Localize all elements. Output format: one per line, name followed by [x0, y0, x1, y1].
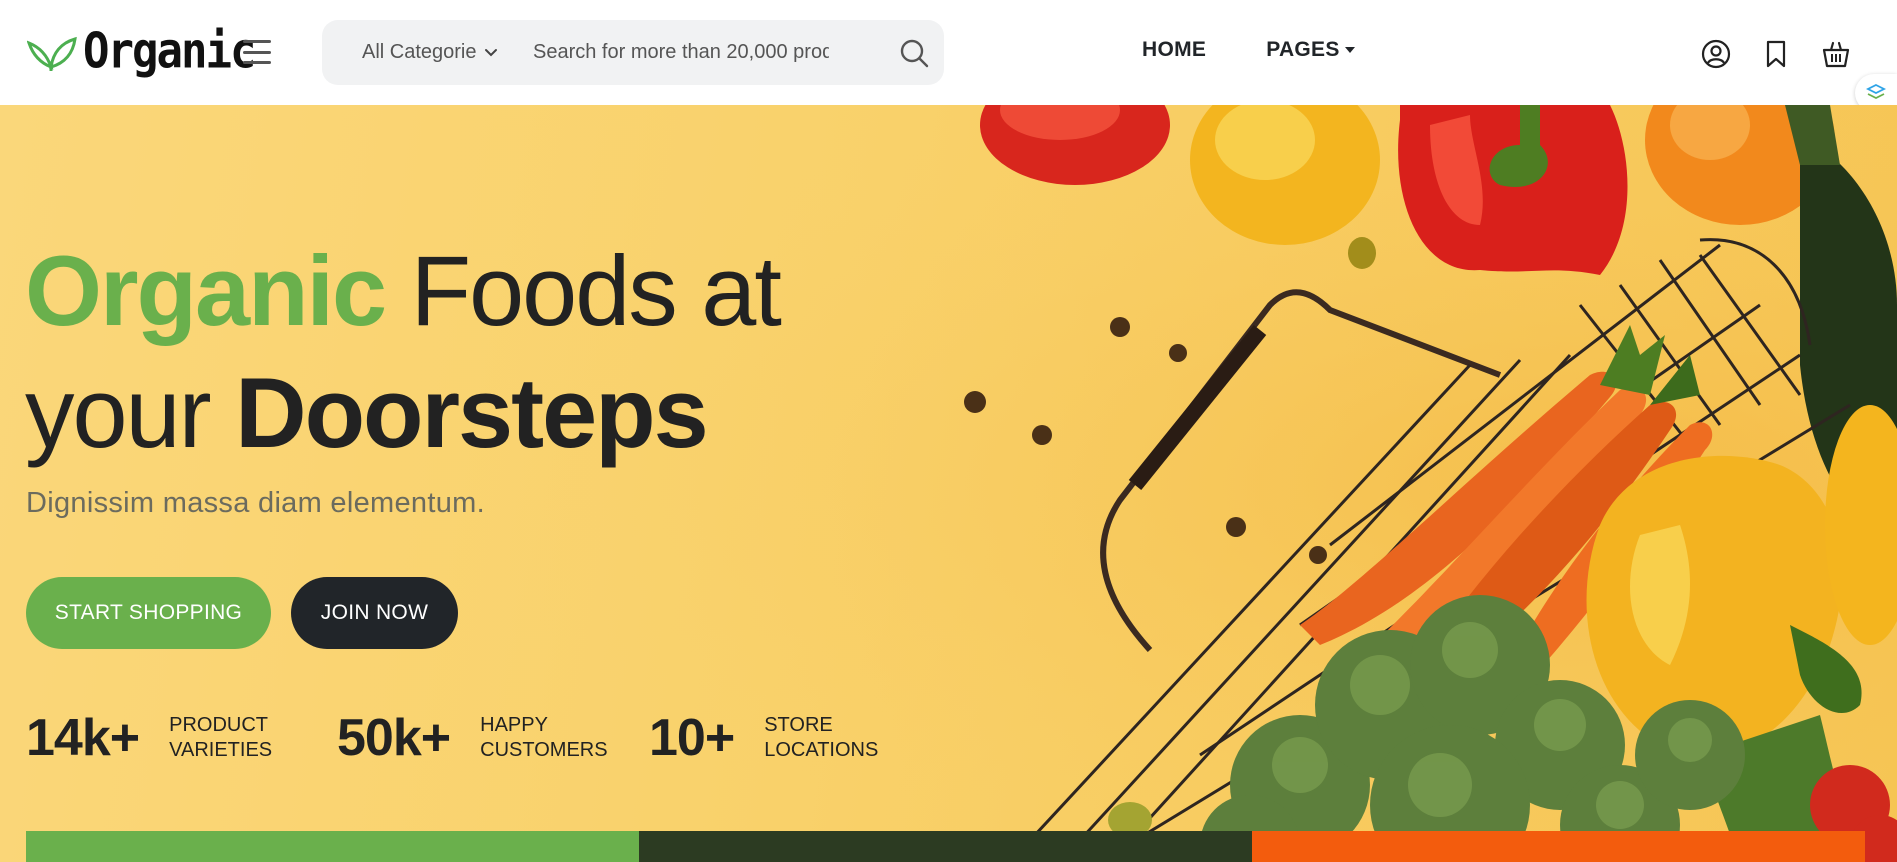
nav-home-label: HOME — [1142, 38, 1207, 61]
hamburger-icon[interactable] — [243, 40, 271, 64]
brand-name: Organic — [83, 22, 256, 81]
headline-word-doorsteps: Doorsteps — [235, 357, 709, 468]
start-shopping-button[interactable]: START SHOPPING — [26, 577, 271, 649]
layers-icon — [1865, 83, 1887, 100]
stat-label-line2: VARIETIES — [169, 739, 273, 761]
hero-subheadline: Dignissim massa diam elementum. — [26, 487, 485, 519]
category-select-label: All Categories — [362, 41, 477, 63]
basket-icon[interactable] — [1820, 38, 1852, 70]
category-strip-orange[interactable] — [1252, 831, 1865, 862]
stat-label-line1: PRODUCT — [169, 714, 269, 736]
stat-value: 10+ — [649, 709, 735, 767]
site-header: Organic All Categories HOME PAGES — [0, 0, 1897, 105]
nav-pages-label: PAGES — [1266, 38, 1340, 61]
user-icon[interactable] — [1700, 38, 1732, 70]
main-nav: HOME PAGES — [1142, 38, 1415, 62]
chevron-down-icon — [485, 48, 497, 56]
stat-store-locations: 10+ STORE LOCATIONS — [649, 708, 878, 768]
header-actions — [1700, 38, 1880, 70]
stat-label-line1: HAPPY — [480, 714, 548, 736]
brand-logo[interactable]: Organic — [27, 22, 256, 81]
hero-banner: Organic Foods at your Doorsteps Dignissi… — [0, 105, 1897, 862]
stat-label: PRODUCT VARIETIES — [169, 713, 272, 763]
search-bar: All Categories — [322, 20, 944, 85]
join-now-button[interactable]: JOIN NOW — [291, 577, 458, 649]
search-icon[interactable] — [898, 37, 930, 69]
stat-label-line1: STORE — [764, 714, 833, 736]
nav-home-link[interactable]: HOME — [1142, 38, 1206, 62]
category-select[interactable]: All Categories — [322, 41, 512, 64]
leaf-logo-icon — [27, 36, 77, 71]
category-strip-green[interactable] — [26, 831, 639, 862]
stat-label: HAPPY CUSTOMERS — [480, 713, 607, 763]
stat-label-line2: LOCATIONS — [764, 739, 879, 761]
caret-down-icon — [1344, 47, 1355, 53]
stat-value: 50k+ — [337, 709, 451, 767]
headline-word-your: your — [25, 357, 236, 468]
category-strip-dark[interactable] — [639, 831, 1252, 862]
stat-happy-customers: 50k+ HAPPY CUSTOMERS — [337, 708, 608, 768]
vegetable-basket-image — [0, 105, 1897, 862]
search-input[interactable] — [533, 41, 829, 64]
stat-value: 14k+ — [26, 709, 140, 767]
stat-product-varieties: 14k+ PRODUCT VARIETIES — [26, 708, 272, 768]
nav-pages-dropdown[interactable]: PAGES — [1266, 38, 1355, 62]
headline-word-organic: Organic — [25, 235, 387, 346]
hero-headline: Organic Foods at your Doorsteps — [25, 230, 782, 474]
bookmark-icon[interactable] — [1760, 38, 1792, 70]
stat-label-line2: CUSTOMERS — [480, 739, 608, 761]
stat-label: STORE LOCATIONS — [764, 713, 878, 763]
headline-word-foods: Foods at — [385, 235, 782, 346]
